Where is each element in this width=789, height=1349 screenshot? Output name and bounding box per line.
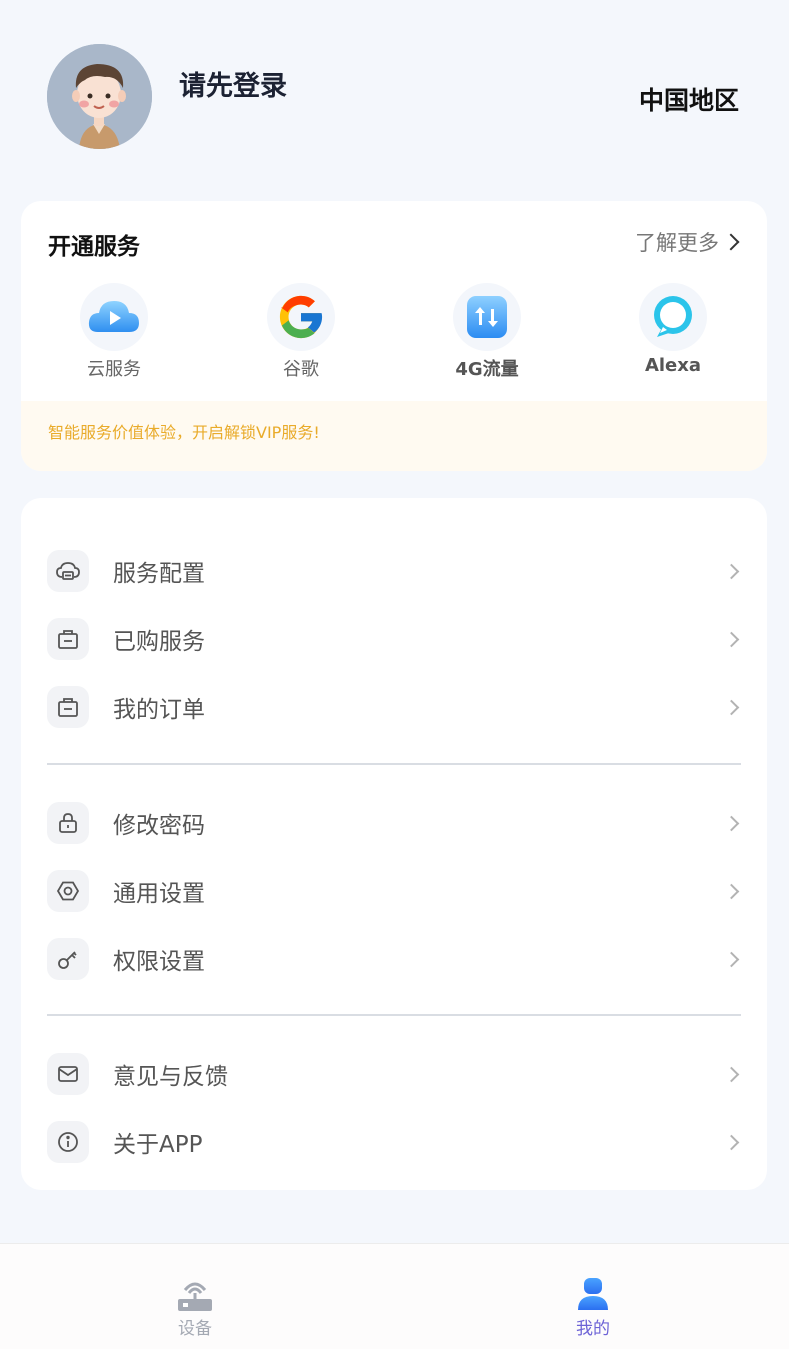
cloud-service-icon xyxy=(47,550,89,592)
menu-item-general-settings[interactable]: 通用设置 xyxy=(47,869,741,913)
menu-item-label: 我的订单 xyxy=(113,697,205,723)
lock-icon xyxy=(47,802,89,844)
hexagon-settings-icon xyxy=(47,870,89,912)
menu-item-label: 修改密码 xyxy=(113,813,205,839)
nav-tab-label: 我的 xyxy=(576,1319,610,1339)
user-profile-icon xyxy=(578,1278,608,1310)
order-bag-icon xyxy=(47,686,89,728)
chevron-right-icon xyxy=(723,883,740,899)
menu-item-purchased[interactable]: 已购服务 xyxy=(47,617,741,661)
service-google[interactable]: 谷歌 xyxy=(236,283,366,383)
menu-item-label: 意见与反馈 xyxy=(113,1064,228,1090)
avatar[interactable] xyxy=(47,44,152,149)
login-prompt[interactable]: 请先登录 xyxy=(179,64,287,103)
menu-item-label: 通用设置 xyxy=(113,881,205,907)
chevron-right-icon xyxy=(723,1066,740,1082)
menu-item-change-password[interactable]: 修改密码 xyxy=(47,801,741,845)
menu-item-about[interactable]: 关于APP xyxy=(47,1120,741,1164)
divider xyxy=(47,1014,741,1016)
chevron-right-icon xyxy=(723,563,740,579)
nav-tab-devices[interactable]: 设备 xyxy=(135,1276,255,1340)
data-traffic-icon xyxy=(453,283,521,351)
menu-item-label: 已购服务 xyxy=(113,629,205,655)
menu-item-service-config[interactable]: 服务配置 xyxy=(47,549,741,593)
service-label: Alexa xyxy=(644,355,702,376)
divider xyxy=(47,763,741,765)
chevron-right-icon xyxy=(723,631,740,647)
learn-more-link[interactable]: 了解更多 xyxy=(635,227,740,257)
service-title: 开通服务 xyxy=(48,234,140,260)
alexa-icon xyxy=(639,283,707,351)
chevron-right-icon xyxy=(723,951,740,967)
avatar-illustration-icon xyxy=(47,44,152,149)
service-cloud[interactable]: 云服务 xyxy=(49,283,179,383)
service-card: 开通服务 了解更多 云服务 谷歌 4G流量 Alexa 智能服务价值体验，开启解… xyxy=(21,201,767,471)
menu-item-permissions[interactable]: 权限设置 xyxy=(47,937,741,981)
info-icon xyxy=(47,1121,89,1163)
shopping-bag-icon xyxy=(47,618,89,660)
service-alexa[interactable]: Alexa xyxy=(608,283,738,383)
bottom-nav: 设备 我的 xyxy=(0,1243,789,1349)
service-4g[interactable]: 4G流量 xyxy=(422,283,552,383)
cloud-play-icon xyxy=(80,283,148,351)
profile-header: 请先登录 中国地区 xyxy=(0,0,789,190)
chevron-right-icon xyxy=(722,233,740,251)
chevron-right-icon xyxy=(723,1134,740,1150)
chevron-right-icon xyxy=(723,815,740,831)
menu-item-label: 权限设置 xyxy=(113,949,205,975)
menu-card: 服务配置 已购服务 我的订单 修改密码 通用设置 权限设置 意见与反馈 关于AP… xyxy=(21,498,767,1190)
nav-tab-label: 设备 xyxy=(178,1319,212,1339)
menu-item-feedback[interactable]: 意见与反馈 xyxy=(47,1052,741,1096)
region-selector[interactable]: 中国地区 xyxy=(639,81,739,117)
menu-item-label: 关于APP xyxy=(113,1132,203,1158)
nav-tab-mine[interactable]: 我的 xyxy=(533,1276,653,1340)
service-label: 云服务 xyxy=(87,359,141,380)
mail-icon xyxy=(47,1053,89,1095)
service-label: 谷歌 xyxy=(283,359,319,380)
google-icon xyxy=(267,283,335,351)
services-row: 云服务 谷歌 4G流量 Alexa xyxy=(21,283,767,383)
menu-item-orders[interactable]: 我的订单 xyxy=(47,685,741,729)
chevron-right-icon xyxy=(723,699,740,715)
menu-item-label: 服务配置 xyxy=(113,561,205,587)
service-label: 4G流量 xyxy=(455,359,519,380)
device-router-icon xyxy=(178,1282,212,1311)
learn-more-label: 了解更多 xyxy=(635,231,719,255)
vip-banner[interactable]: 智能服务价值体验，开启解锁VIP服务! xyxy=(21,401,767,471)
key-icon xyxy=(47,938,89,980)
